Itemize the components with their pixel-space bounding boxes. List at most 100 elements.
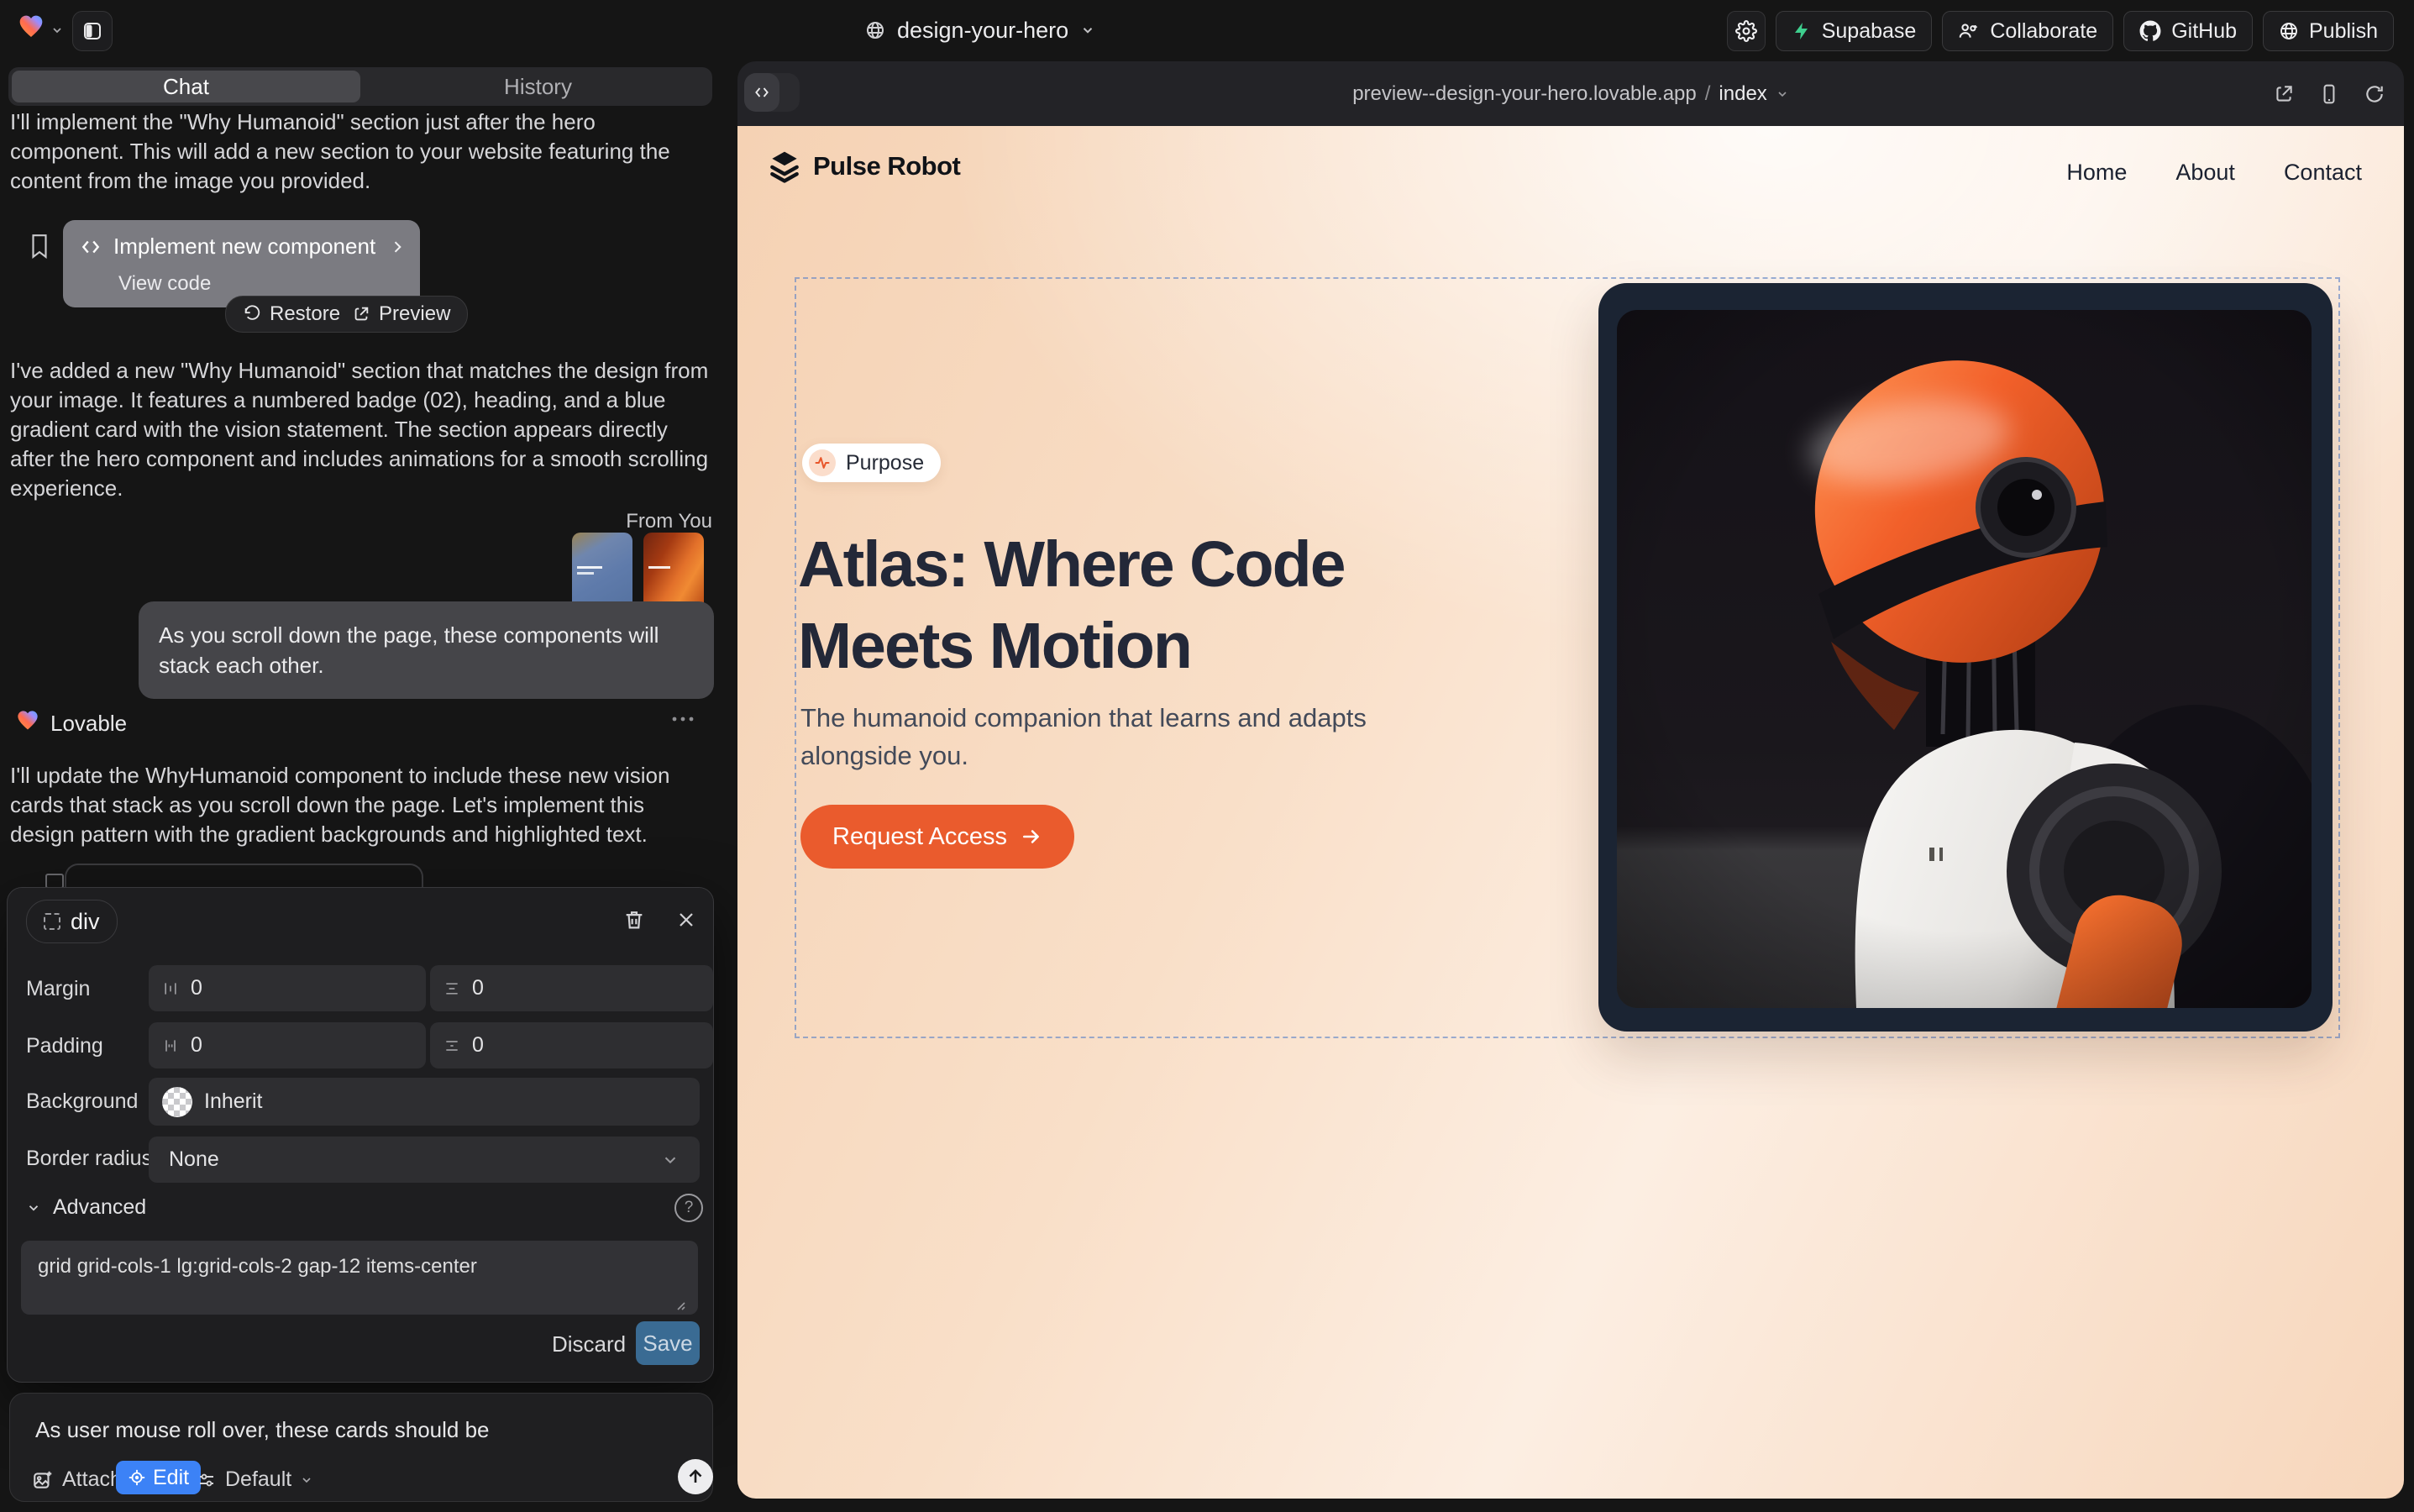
robot-image [1617, 310, 2312, 1008]
tool-call-card[interactable]: Implement new component View code [63, 220, 420, 307]
chevron-down-icon[interactable] [50, 24, 64, 37]
pad-x-icon [162, 1037, 179, 1054]
transparency-swatch-icon [162, 1087, 192, 1117]
topbar: design-your-hero Supabase Collaborate [0, 0, 2414, 60]
padding-y-input[interactable]: 0 [430, 1022, 713, 1068]
version-actions-pill: Restore Preview [225, 296, 468, 333]
bookmark-icon[interactable] [29, 234, 50, 259]
preview-page: index [1719, 82, 1766, 106]
cta-label: Request Access [832, 823, 1007, 851]
project-name: design-your-hero [897, 18, 1068, 44]
globe-icon [865, 20, 885, 40]
purpose-badge: Purpose [802, 444, 941, 482]
element-tag: div [71, 909, 100, 935]
delete-element-button[interactable] [622, 908, 646, 932]
agent-name: Lovable [50, 711, 127, 737]
nav-link-contact[interactable]: Contact [2284, 160, 2362, 186]
chat-composer[interactable]: As user mouse roll over, these cards sho… [9, 1393, 713, 1502]
selected-element-chip[interactable]: div [26, 900, 118, 943]
site-nav: Home About Contact [2066, 160, 2362, 186]
tab-history-label: History [504, 74, 572, 100]
preview-url: preview--design-your-hero.lovable.app [1352, 82, 1697, 106]
margin-y-input[interactable]: 0 [430, 965, 713, 1011]
sidebar-toggle-button[interactable] [72, 11, 113, 51]
classes-textarea[interactable]: grid grid-cols-1 lg:grid-cols-2 gap-12 i… [21, 1241, 698, 1315]
background-input[interactable]: Inherit [149, 1078, 700, 1126]
supabase-label: Supabase [1822, 19, 1917, 44]
thumbnail-text-line [648, 566, 670, 569]
discard-button[interactable]: Discard [552, 1331, 626, 1357]
padding-x-value: 0 [191, 1033, 202, 1058]
supabase-icon [1792, 21, 1812, 41]
view-code-link[interactable]: View code [118, 272, 211, 296]
refresh-button[interactable] [2364, 83, 2385, 105]
margin-x-input[interactable]: 0 [149, 965, 426, 1011]
mobile-view-button[interactable] [2318, 83, 2340, 105]
collaborate-button[interactable]: Collaborate [1942, 11, 2113, 51]
github-button[interactable]: GitHub [2123, 11, 2253, 51]
preview-header-actions [2273, 61, 2385, 126]
github-label: GitHub [2171, 19, 2237, 44]
site-logo[interactable]: Pulse Robot [766, 148, 960, 185]
edit-mode-button[interactable]: Edit [116, 1461, 201, 1494]
mode-label: Default [225, 1467, 291, 1492]
settings-button[interactable] [1727, 11, 1766, 51]
close-icon[interactable] [676, 910, 696, 930]
dashed-box-icon [44, 913, 60, 930]
app-window: design-your-hero Supabase Collaborate [0, 0, 2414, 1512]
target-icon [128, 1468, 146, 1487]
arrow-right-icon [1021, 826, 1042, 848]
lovable-heart-icon [15, 709, 40, 732]
publish-globe-icon [2279, 21, 2299, 41]
request-access-button[interactable]: Request Access [800, 805, 1074, 869]
attach-label: Attach [62, 1467, 122, 1492]
sliders-icon [197, 1470, 217, 1490]
save-button[interactable]: Save [636, 1321, 700, 1365]
advanced-toggle[interactable]: Advanced [26, 1195, 146, 1220]
arrow-up-icon [685, 1467, 706, 1487]
supabase-button[interactable]: Supabase [1776, 11, 1933, 51]
thumbnail-text-line [577, 572, 594, 575]
open-external-button[interactable] [2273, 83, 2295, 105]
space-y-icon [443, 980, 460, 997]
chevron-down-icon [300, 1473, 313, 1487]
tab-history[interactable]: History [364, 67, 712, 106]
edit-label: Edit [153, 1466, 189, 1490]
collaborate-icon [1958, 20, 1980, 42]
model-selector[interactable]: Default [197, 1467, 313, 1492]
assistant-message: I'll implement the "Why Humanoid" sectio… [10, 108, 706, 196]
tab-chat[interactable]: Chat [12, 71, 360, 102]
image-plus-icon [32, 1469, 54, 1491]
preview-button[interactable]: Preview [352, 302, 450, 326]
restore-button[interactable]: Restore [243, 302, 340, 326]
preview-label: Preview [379, 302, 450, 326]
nav-link-about[interactable]: About [2175, 160, 2235, 186]
layers-icon [766, 148, 803, 185]
restore-icon [243, 305, 261, 323]
nav-link-home[interactable]: Home [2066, 160, 2127, 186]
preview-url-bar[interactable]: preview--design-your-hero.lovable.app / … [737, 61, 2404, 126]
collaborate-label: Collaborate [1990, 19, 2097, 44]
resize-handle[interactable] [673, 1298, 686, 1311]
background-label: Background [26, 1089, 138, 1114]
assistant-message: I'll update the WhyHumanoid component to… [10, 761, 709, 849]
more-menu-icon[interactable] [670, 714, 695, 724]
chevron-down-icon [1080, 23, 1095, 38]
lovable-heart-logo[interactable] [17, 13, 45, 40]
border-radius-select[interactable]: None [149, 1137, 700, 1183]
publish-button[interactable]: Publish [2263, 11, 2394, 51]
robot-image-card [1598, 283, 2333, 1032]
help-icon[interactable]: ? [674, 1194, 703, 1222]
restore-label: Restore [270, 302, 340, 326]
hero-heading-line1: Atlas: Where Code [798, 524, 1345, 606]
hero-description: The humanoid companion that learns and a… [800, 699, 1372, 774]
composer-input[interactable]: As user mouse roll over, these cards sho… [35, 1417, 490, 1443]
padding-x-input[interactable]: 0 [149, 1022, 426, 1068]
attach-button[interactable]: Attach [32, 1467, 122, 1492]
url-separator: / [1705, 82, 1711, 106]
publish-label: Publish [2309, 19, 2378, 44]
element-inspector-popup: div Margin 0 0 Padding 0 0 Background [7, 887, 714, 1383]
project-switcher[interactable]: design-your-hero [865, 0, 1095, 60]
from-you-label: From You [504, 510, 712, 533]
send-button[interactable] [678, 1459, 713, 1494]
